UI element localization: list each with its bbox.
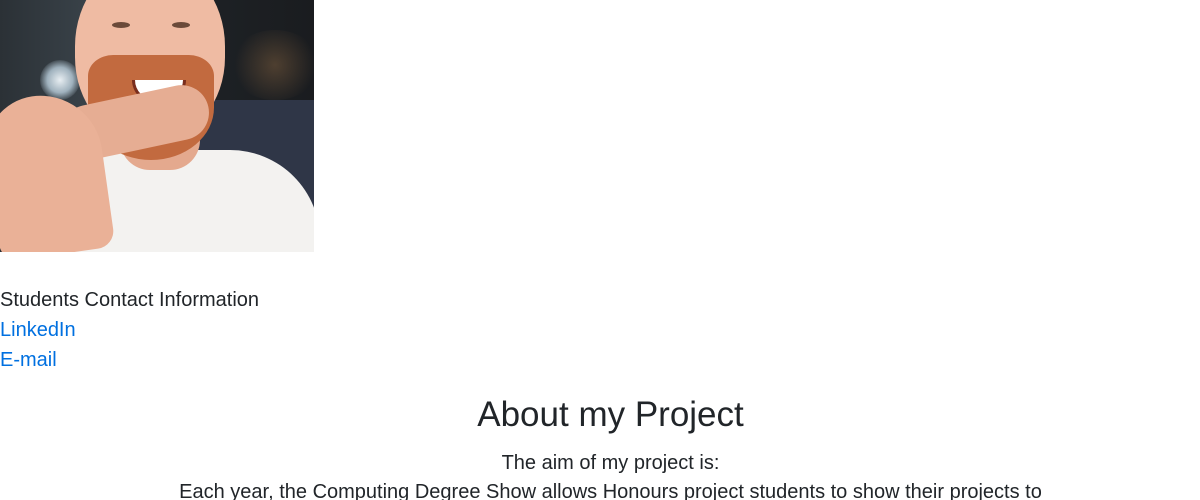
page: Students Contact Information LinkedIn E-…	[0, 0, 1200, 500]
photo-right-eye	[172, 22, 190, 28]
photo-background-light	[40, 60, 80, 100]
photo-left-eye	[112, 22, 130, 28]
about-project-title: About my Project	[477, 395, 744, 434]
email-link[interactable]: E-mail	[0, 345, 259, 375]
student-photo	[0, 0, 314, 252]
project-description: Each year, the Computing Degree Show all…	[179, 481, 1042, 500]
project-aim-label: The aim of my project is:	[501, 452, 720, 474]
photo-background-glow	[230, 30, 314, 100]
linkedin-link[interactable]: LinkedIn	[0, 315, 259, 345]
contact-heading: Students Contact Information	[0, 289, 260, 311]
contact-section: Students Contact Information LinkedIn E-…	[0, 285, 259, 375]
